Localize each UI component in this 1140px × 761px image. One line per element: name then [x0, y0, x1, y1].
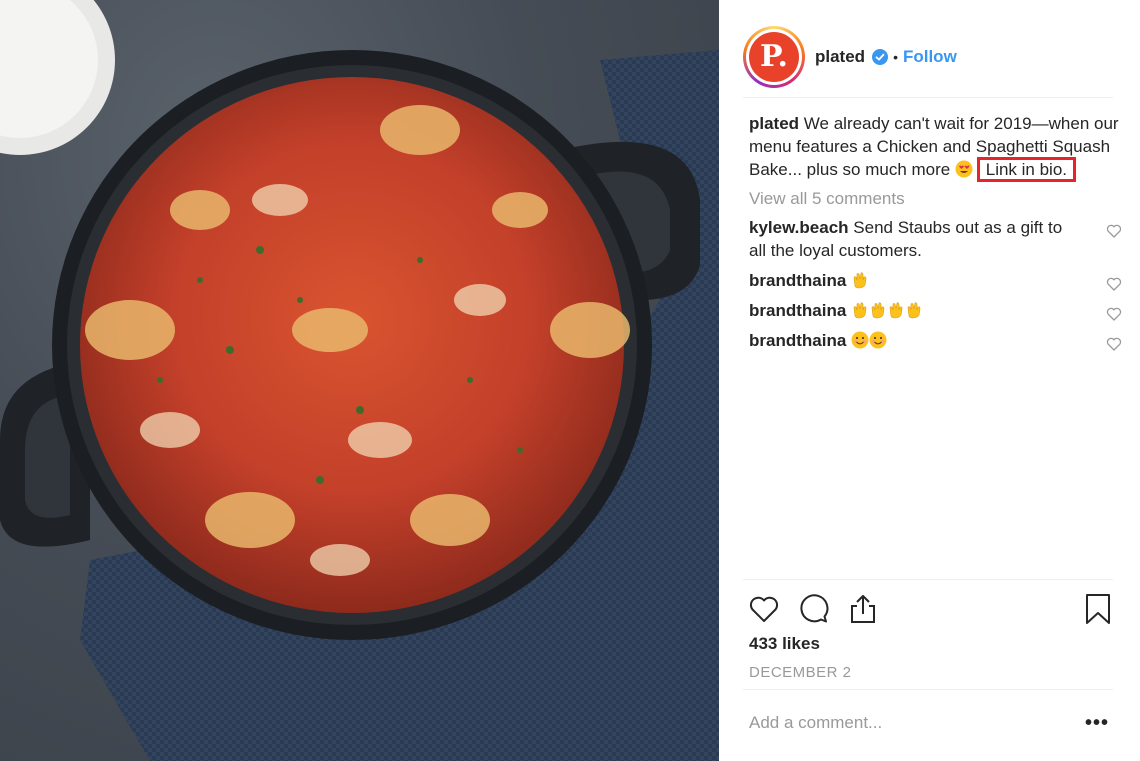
follow-button[interactable]: Follow [903, 47, 957, 67]
post-side-panel: P. plated • Follow plated We already can… [719, 0, 1140, 761]
post-date: DECEMBER 2 [749, 664, 852, 681]
comment-item: brandthaina [749, 299, 1122, 322]
comment-like-heart-icon[interactable] [1106, 276, 1122, 292]
clapping-hands-emoji [853, 272, 867, 289]
comment-emojis [851, 301, 923, 320]
verified-badge-icon [872, 48, 889, 65]
heart-icon[interactable] [747, 592, 781, 626]
post-caption: plated We already can't wait for 2019—wh… [749, 112, 1119, 182]
caption-username[interactable]: plated [749, 114, 799, 133]
comment-username[interactable]: brandthaina [749, 331, 846, 350]
share-icon[interactable] [846, 592, 880, 626]
avatar-ring: P. [746, 28, 802, 85]
clapping-hands-emoji [907, 302, 921, 319]
comment-item: brandthaina [749, 329, 1122, 352]
comment-username[interactable]: brandthaina [749, 301, 846, 320]
post-actions-bar [747, 592, 1113, 628]
smiling-face-emoji [869, 331, 887, 349]
clapping-hands-emoji [871, 302, 885, 319]
likes-count[interactable]: 433 likes [749, 634, 820, 654]
comment-like-heart-icon[interactable] [1106, 223, 1122, 239]
bookmark-icon[interactable] [1081, 592, 1115, 626]
heart-eyes-emoji [955, 160, 973, 178]
separator-dot: • [893, 48, 898, 65]
post-header: P. plated • Follow [743, 16, 1113, 98]
comment-emojis [851, 271, 869, 290]
comment-like-heart-icon[interactable] [1106, 336, 1122, 352]
view-all-comments-link[interactable]: View all 5 comments [749, 187, 1119, 210]
comment-item: brandthaina [749, 269, 1122, 292]
add-comment-input[interactable] [749, 713, 1069, 733]
comment-username[interactable]: brandthaina [749, 271, 846, 290]
clapping-hands-emoji [889, 302, 903, 319]
divider [743, 579, 1113, 580]
comments-section: plated We already can't wait for 2019—wh… [749, 112, 1122, 359]
link-in-bio-highlight[interactable]: Link in bio. [976, 157, 1077, 182]
food-photo-illustration [0, 0, 719, 761]
comment-like-heart-icon[interactable] [1106, 306, 1122, 322]
comment-bubble-icon[interactable] [796, 592, 830, 626]
avatar[interactable]: P. [743, 25, 805, 88]
post-image[interactable] [0, 0, 719, 761]
smiling-face-emoji [851, 331, 869, 349]
clapping-hands-emoji [853, 302, 867, 319]
comment-emojis [851, 331, 887, 350]
avatar-logo: P. [749, 31, 799, 82]
divider [743, 689, 1113, 690]
comment-item: kylew.beach Send Staubs out as a gift to… [749, 216, 1122, 262]
account-username[interactable]: plated [815, 47, 865, 67]
comment-username[interactable]: kylew.beach [749, 218, 849, 237]
more-options-button[interactable]: ••• [1085, 712, 1109, 735]
